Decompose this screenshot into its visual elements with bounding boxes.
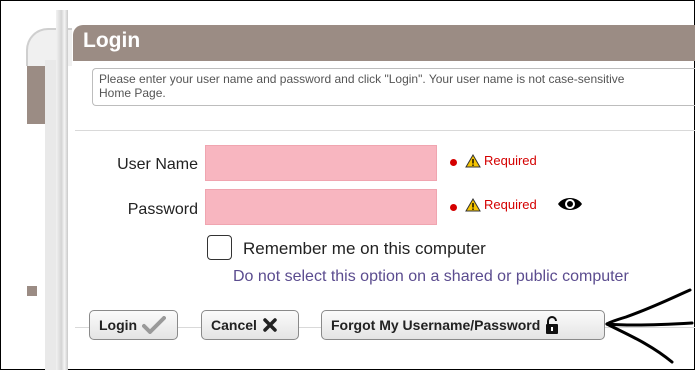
username-required-text: Required (484, 153, 537, 168)
login-button-label: Login (99, 317, 138, 333)
cancel-button-label: Cancel (211, 317, 257, 333)
warning-icon (465, 198, 481, 212)
instructions-line-1: Please enter your user name and password… (99, 72, 625, 86)
username-label: User Name (117, 156, 198, 173)
password-field[interactable] (205, 189, 437, 225)
form-divider (75, 130, 695, 131)
login-button[interactable]: Login (89, 310, 178, 340)
x-icon (263, 318, 277, 332)
password-required-text: Required (484, 197, 537, 212)
forgot-credentials-button[interactable]: Forgot My Username/Password (321, 310, 605, 340)
cancel-button[interactable]: Cancel (201, 310, 299, 340)
password-label: Password (127, 201, 198, 218)
annotation-arrow-icon (605, 288, 694, 364)
checkmark-icon (142, 316, 167, 334)
instructions-box: Please enter your user name and password… (92, 68, 695, 106)
rail-dot (27, 286, 37, 296)
forgot-button-label: Forgot My Username/Password (331, 317, 541, 333)
rail-strip (56, 10, 68, 370)
lock-icon (546, 316, 559, 334)
eye-icon[interactable] (557, 195, 583, 213)
remember-note: Do not select this option on a shared or… (233, 268, 629, 285)
rail-block (27, 66, 45, 124)
username-field[interactable] (205, 145, 437, 181)
decorative-rail (0, 0, 72, 370)
remember-checkbox[interactable] (207, 235, 232, 260)
page-title: Login (83, 29, 141, 52)
login-header: Login (73, 25, 695, 61)
remember-label[interactable]: Remember me on this computer (243, 239, 486, 259)
warning-icon (465, 154, 481, 168)
instructions-line-2: Home Page. (99, 86, 166, 100)
required-dot (450, 204, 457, 211)
required-dot (450, 159, 457, 166)
